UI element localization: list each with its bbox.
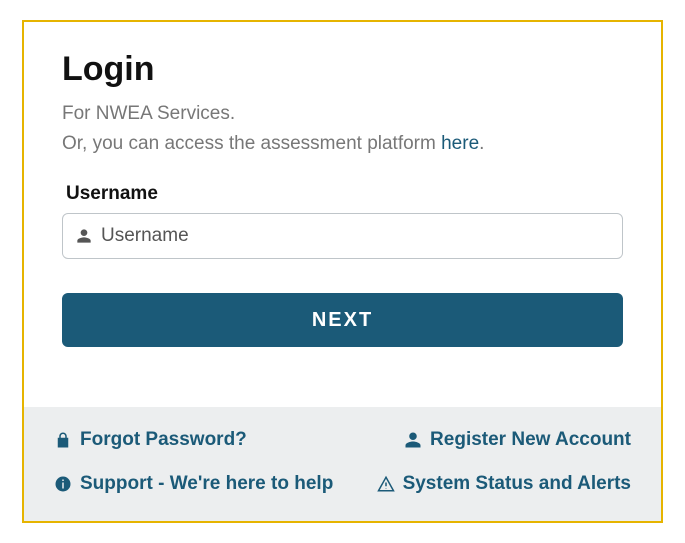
footer-links-area: Forgot Password? Register New Account Su…	[24, 407, 661, 521]
support-link[interactable]: Support - We're here to help	[54, 473, 333, 495]
login-form-area: Login For NWEA Services. Or, you can acc…	[24, 22, 661, 407]
subtitle-alt-text: Or, you can access the assessment platfo…	[62, 133, 441, 154]
system-status-label: System Status and Alerts	[403, 473, 631, 495]
register-account-link[interactable]: Register New Account	[404, 429, 631, 451]
register-account-label: Register New Account	[430, 429, 631, 451]
subtitle-alt-access: Or, you can access the assessment platfo…	[62, 133, 623, 155]
username-label: Username	[66, 183, 623, 205]
subtitle-alt-suffix: .	[479, 133, 484, 154]
username-input-wrap	[62, 213, 623, 259]
forgot-password-link[interactable]: Forgot Password?	[54, 429, 247, 451]
username-input[interactable]	[62, 213, 623, 259]
next-button[interactable]: NEXT	[62, 293, 623, 347]
page-title: Login	[62, 50, 623, 89]
user-icon	[76, 228, 92, 244]
footer-row-1: Forgot Password? Register New Account	[54, 429, 631, 451]
subtitle-services: For NWEA Services.	[62, 103, 623, 125]
info-icon	[54, 475, 72, 493]
login-panel: Login For NWEA Services. Or, you can acc…	[22, 20, 663, 523]
forgot-password-label: Forgot Password?	[80, 429, 247, 451]
assessment-platform-link[interactable]: here	[441, 133, 479, 154]
user-icon	[404, 431, 422, 449]
system-status-link[interactable]: System Status and Alerts	[377, 473, 631, 495]
footer-row-2: Support - We're here to help System Stat…	[54, 473, 631, 495]
lock-icon	[54, 431, 72, 449]
alert-icon	[377, 475, 395, 493]
support-label: Support - We're here to help	[80, 473, 333, 495]
